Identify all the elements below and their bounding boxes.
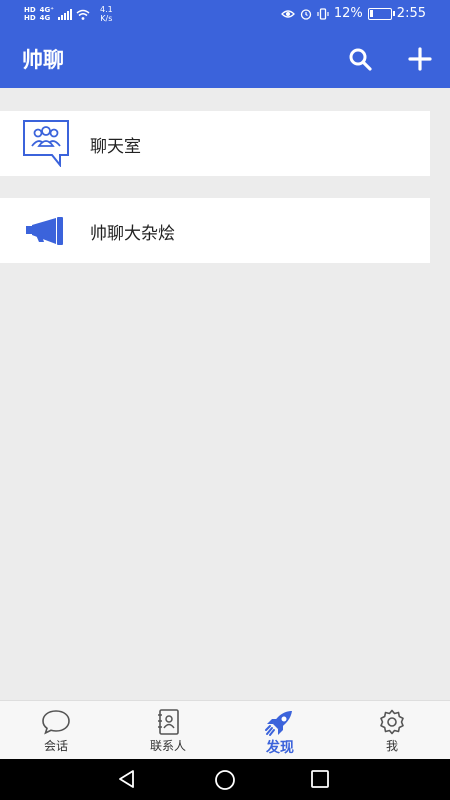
chatroom-item[interactable]: 聊天室 — [0, 111, 430, 176]
rocket-icon — [265, 711, 292, 736]
status-left: HD HD 4G⁺ 4G 4.1 K/s — [24, 5, 113, 23]
alarm-icon — [300, 8, 312, 20]
battery-icon — [367, 7, 395, 20]
tab-contacts-label: 联系人 — [149, 739, 186, 753]
chatroom-group-icon — [23, 120, 69, 167]
plus-icon — [408, 47, 432, 71]
vibrate-icon — [317, 7, 329, 20]
speed-value: 4.1 — [99, 5, 113, 14]
signal-icon — [57, 8, 72, 20]
tab-discover[interactable]: 发现 — [224, 701, 336, 759]
home-circle-icon[interactable] — [214, 769, 236, 791]
battery-percent: 12% — [333, 6, 363, 21]
status-right: 12% 2:55 — [280, 6, 426, 21]
network-speed: 4.1 K/s — [100, 5, 113, 23]
net-types: 4G⁺ 4G — [40, 6, 54, 22]
app-title: 帅聊 — [22, 48, 64, 72]
search-icon — [349, 48, 372, 71]
tab-discover-label: 发现 — [266, 740, 294, 756]
wifi-icon — [76, 9, 90, 20]
mixed-item[interactable]: 帅聊大杂烩 — [0, 198, 430, 263]
net-type-1: 4G⁺ — [39, 6, 54, 14]
network-badge-2: HD — [24, 14, 36, 22]
tab-chats[interactable]: 会话 — [0, 701, 112, 759]
tab-contacts[interactable]: 联系人 — [112, 701, 224, 759]
speed-unit: K/s — [100, 14, 113, 23]
recents-square-icon[interactable] — [311, 770, 329, 788]
chat-bubble-icon — [42, 710, 70, 735]
contacts-book-icon — [158, 709, 179, 735]
tab-me[interactable]: 我 — [336, 701, 448, 759]
tab-chats-label: 会话 — [43, 739, 68, 753]
status-bar: HD HD 4G⁺ 4G 4.1 K/s 12% 2:55 — [0, 0, 450, 30]
eye-icon — [280, 9, 295, 18]
net-type-2: 4G — [39, 14, 51, 22]
network-badge-1: HD — [24, 6, 36, 14]
tab-me-label: 我 — [385, 739, 398, 753]
search-button[interactable] — [346, 45, 374, 73]
add-button[interactable] — [406, 45, 434, 73]
mixed-label: 帅聊大杂烩 — [90, 224, 175, 244]
megaphone-icon — [26, 217, 63, 245]
app-bar: 帅聊 — [0, 30, 450, 88]
back-triangle-icon[interactable] — [117, 769, 137, 789]
system-nav-bar — [0, 759, 450, 800]
bottom-tab-bar: 会话 联系人 发现 我 — [0, 700, 450, 759]
chatroom-label: 聊天室 — [90, 137, 141, 157]
network-badges: HD HD — [24, 6, 36, 22]
gear-icon — [380, 709, 404, 735]
clock: 2:55 — [396, 6, 426, 21]
